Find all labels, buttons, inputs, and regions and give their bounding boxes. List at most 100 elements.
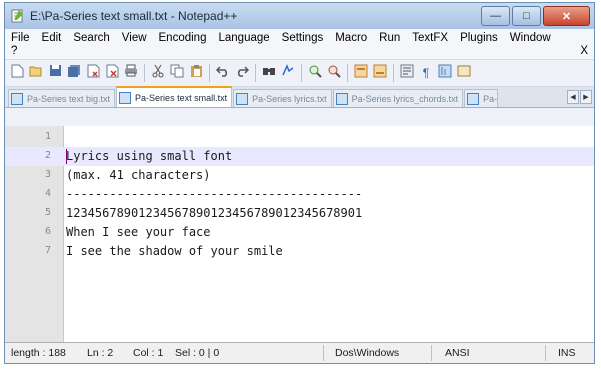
sync-h-icon	[373, 64, 387, 83]
cut-button[interactable]	[150, 64, 166, 83]
tab-pa-series-lyrics[interactable]: Pa-Series lyrics.txt	[233, 89, 332, 107]
tab-label: Pa-Series text small.txt	[135, 92, 228, 103]
line-text: When I see your face	[66, 225, 211, 239]
status-divider	[323, 345, 324, 361]
show-all-chars-button[interactable]: ¶	[418, 65, 434, 81]
window-title: E:\Pa-Series text small.txt - Notepad++	[30, 9, 238, 23]
print-button[interactable]	[123, 64, 139, 81]
minimize-button[interactable]: —	[481, 6, 510, 26]
tab-pa-series-text-big[interactable]: Pa-Series text big.txt	[8, 89, 116, 107]
tab-scroll-right-button[interactable]: ▶	[580, 90, 592, 104]
menu-settings[interactable]: Settings	[282, 32, 324, 44]
notepad-window: E:\Pa-Series text small.txt - Notepad++ …	[4, 2, 595, 364]
save-button[interactable]	[47, 65, 63, 81]
close-file-button[interactable]	[85, 64, 101, 83]
zoom-out-button[interactable]	[326, 65, 342, 81]
editor-line[interactable]: 1	[5, 128, 594, 147]
chevron-left-icon: ◀	[570, 94, 576, 101]
zoom-out-icon	[327, 64, 341, 83]
editor-line[interactable]: 5 12345678901234567890123456789012345678…	[5, 204, 594, 223]
status-eol-format[interactable]: Dos\Windows	[335, 347, 399, 359]
sync-v-icon	[354, 64, 368, 83]
line-number: 3	[44, 169, 51, 180]
undo-button[interactable]	[215, 65, 231, 81]
close-file-icon	[87, 64, 100, 83]
file-icon	[119, 91, 132, 104]
sync-horizontal-button[interactable]	[372, 64, 388, 83]
tab-pa-series-text-small[interactable]: Pa-Series text small.txt	[116, 86, 233, 107]
close-all-button[interactable]	[104, 64, 120, 83]
menu-plugins[interactable]: Plugins	[460, 32, 498, 44]
word-wrap-button[interactable]	[399, 64, 415, 81]
tab-label: Pa-Series text big.txt	[27, 93, 111, 104]
menu-window[interactable]: Window	[510, 32, 551, 44]
menu-bar: File Edit Search View Encoding Language …	[5, 29, 594, 59]
close-all-icon	[106, 64, 119, 83]
toolbar-separator	[393, 64, 394, 82]
copy-icon	[170, 64, 184, 83]
paste-button[interactable]	[188, 64, 204, 81]
editor-line[interactable]: 3 (max. 41 characters)	[5, 166, 594, 185]
line-number: 1	[44, 131, 51, 142]
maximize-button[interactable]: □	[512, 6, 541, 26]
menu-macro[interactable]: Macro	[335, 32, 367, 44]
menu-view[interactable]: View	[122, 32, 147, 44]
menu-help[interactable]: ?	[11, 45, 17, 57]
editor-line-current[interactable]: 2 Lyrics using small font	[5, 147, 594, 166]
tab-pa-truncated[interactable]: Pa-	[464, 89, 499, 107]
status-line: Ln : 2	[87, 347, 114, 359]
tab-label: Pa-Series lyrics_chords.txt	[351, 93, 459, 104]
find-button[interactable]	[261, 65, 277, 81]
redo-button[interactable]	[234, 65, 250, 81]
cut-icon	[152, 64, 164, 83]
status-selection: Sel : 0 | 0	[175, 347, 220, 359]
title-bar[interactable]: E:\Pa-Series text small.txt - Notepad++ …	[5, 3, 594, 29]
zoom-in-icon	[308, 64, 322, 83]
menu-file[interactable]: File	[11, 32, 30, 44]
toolbar-separator	[301, 64, 302, 82]
menu-encoding[interactable]: Encoding	[159, 32, 207, 44]
menu-language[interactable]: Language	[218, 32, 269, 44]
menu-search[interactable]: Search	[73, 32, 109, 44]
notepad-app-icon	[9, 8, 25, 24]
replace-button[interactable]	[280, 64, 296, 82]
close-document-button[interactable]: X	[580, 45, 588, 57]
close-window-button[interactable]: ✕	[543, 6, 590, 26]
file-icon	[11, 92, 23, 105]
save-all-button[interactable]	[66, 64, 82, 81]
line-text: Lyrics using small font	[66, 149, 233, 163]
maximize-icon: □	[523, 10, 530, 22]
tab-pa-series-lyrics-chords[interactable]: Pa-Series lyrics_chords.txt	[332, 89, 464, 107]
menu-textfx[interactable]: TextFX	[412, 32, 448, 44]
toolbar-separator	[209, 64, 210, 82]
status-insert-mode[interactable]: INS	[558, 347, 576, 359]
text-editor[interactable]: 1 2 Lyrics using small font 3 (max. 41 c…	[5, 126, 594, 344]
menu-edit[interactable]: Edit	[42, 32, 62, 44]
status-encoding[interactable]: ANSI	[445, 347, 470, 359]
indent-guide-icon	[438, 64, 452, 83]
editor-line[interactable]: 7 I see the shadow of your smile	[5, 242, 594, 261]
file-icon	[467, 92, 480, 105]
editor-line[interactable]: 4 --------------------------------------…	[5, 185, 594, 204]
open-file-button[interactable]	[28, 65, 44, 81]
sync-vertical-button[interactable]	[353, 64, 369, 83]
indent-guide-button[interactable]	[437, 64, 453, 83]
file-icon	[335, 92, 348, 105]
menu-run[interactable]: Run	[379, 32, 400, 44]
tab-scroll-left-button[interactable]: ◀	[567, 90, 579, 104]
toolbar-separator	[255, 64, 256, 82]
status-divider	[545, 345, 546, 361]
replace-icon	[281, 64, 295, 82]
user-language-button[interactable]	[456, 65, 472, 81]
copy-button[interactable]	[169, 64, 185, 83]
minimize-icon: —	[490, 10, 501, 22]
redo-icon	[235, 64, 250, 82]
line-number: 5	[44, 207, 51, 218]
line-text: I see the shadow of your smile	[66, 244, 283, 258]
new-file-button[interactable]	[9, 64, 25, 81]
toolbar: ¶	[5, 59, 594, 87]
zoom-in-button[interactable]	[307, 65, 323, 81]
toolbar-separator	[347, 64, 348, 82]
line-number: 6	[44, 226, 51, 237]
editor-line[interactable]: 6 When I see your face	[5, 223, 594, 242]
